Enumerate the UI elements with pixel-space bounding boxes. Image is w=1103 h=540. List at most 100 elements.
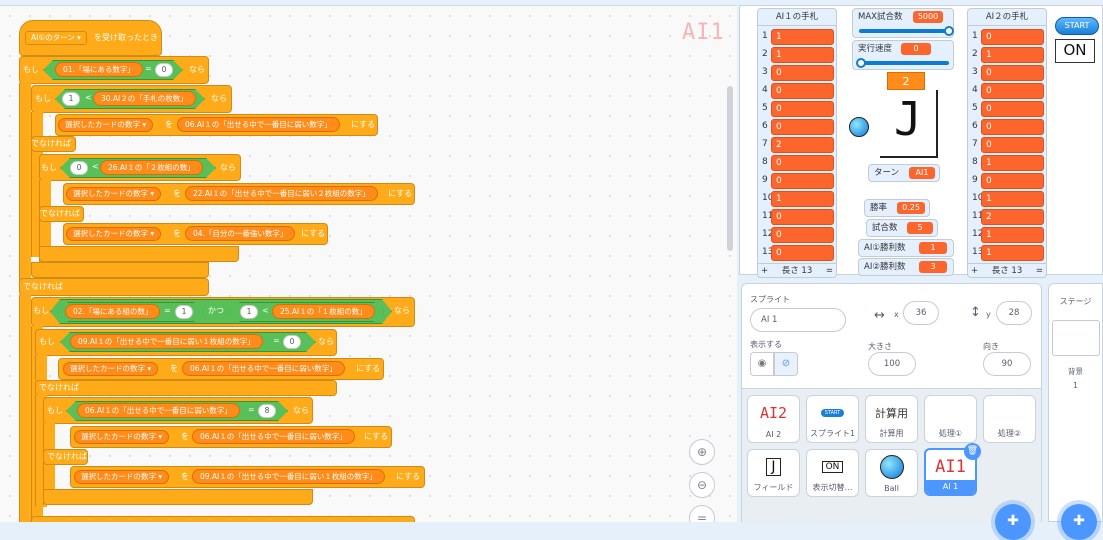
code-area[interactable]: AI1 AI①のターン ▾ を受け取ったとき もし 01.「場にある数字」 = … (0, 5, 737, 522)
add-sprite-button[interactable]: ✚ (995, 504, 1031, 540)
sprite-tile-process2[interactable]: 処理② (983, 395, 1036, 443)
x-input[interactable]: 36 (903, 301, 939, 325)
reporter[interactable]: 22.AI１の「出せる中で一番目に弱い２枚組の数字」 (185, 186, 378, 201)
list-item-value[interactable]: 1 (981, 191, 1044, 207)
value-input[interactable]: 1 (240, 305, 258, 319)
sprite-tile-sprite1[interactable]: START スプライト1 (806, 395, 859, 443)
value-input[interactable]: 1 (62, 92, 80, 106)
list-item[interactable]: 72 (758, 136, 836, 154)
list-item[interactable]: 90 (968, 172, 1046, 190)
start-button[interactable]: START (1055, 17, 1099, 35)
list-item[interactable]: 21 (968, 46, 1046, 64)
list-item-value[interactable]: 2 (981, 209, 1044, 225)
list-item[interactable]: 11 0 (758, 208, 836, 226)
list-item-value[interactable]: 0 (771, 173, 834, 189)
reporter[interactable]: 09.AI１の「出せる中で一番目に弱い１枚組の数字」 (192, 469, 385, 484)
reporter[interactable]: 04.「自分の一番強い数字」 (185, 226, 296, 241)
list-item[interactable]: 40 (758, 82, 836, 100)
list-item-value[interactable]: 0 (981, 83, 1044, 99)
list-item[interactable]: 13 1 (968, 244, 1046, 262)
value-input[interactable]: 1 (175, 305, 193, 319)
ai1-hand-list[interactable]: AI１の手札 1 1 2 1 3 0 4 0 5 0 6 0 7 2 8 0 9 0 10 1 11 0 12 0 13 0 + … (757, 8, 837, 278)
reporter[interactable]: 01.「場にある数字」 (55, 62, 143, 77)
list-item-value[interactable]: 0 (981, 101, 1044, 117)
list-item-value[interactable]: 0 (771, 119, 834, 135)
list-item-value[interactable]: 2 (771, 137, 834, 153)
speed-slider-track[interactable] (859, 61, 949, 65)
list-item[interactable]: 60 (758, 118, 836, 136)
list-item[interactable]: 11 2 (968, 208, 1046, 226)
broadcast-dropdown[interactable]: AI①のターン ▾ (25, 31, 87, 45)
variable-dropdown[interactable]: 選択したカードの数字 ▾ (66, 227, 162, 241)
list-item-value[interactable]: 1 (981, 47, 1044, 63)
sprite-tile-ball[interactable]: Ball (865, 449, 918, 497)
list-item-value[interactable]: 0 (771, 245, 834, 261)
list-item-value[interactable]: 0 (981, 65, 1044, 81)
reporter[interactable]: 06.AI１の「出せる中で一番目に弱い数字」 (77, 403, 240, 418)
list-item-value[interactable]: 0 (981, 119, 1044, 135)
display-toggle[interactable]: ON (1055, 39, 1095, 63)
list-item-value[interactable]: 1 (771, 191, 834, 207)
zoom-in-button[interactable]: ⊕ (689, 439, 715, 465)
list-item[interactable]: 60 (968, 118, 1046, 136)
y-input[interactable]: 28 (996, 301, 1032, 325)
max-trials-slider-track[interactable] (859, 29, 949, 33)
ai2-hand-list[interactable]: AI２の手札 1 0 2 1 3 0 4 0 5 0 6 0 7 0 8 1 9 0 10 1 11 2 12 1 13 1 + … (967, 8, 1047, 278)
list-item[interactable]: 13 0 (758, 244, 836, 262)
direction-input[interactable]: 90 (983, 352, 1031, 376)
zoom-out-button[interactable]: ⊖ (689, 472, 715, 498)
list-item-value[interactable]: 0 (981, 137, 1044, 153)
backdrop-thumbnail[interactable] (1052, 320, 1100, 356)
list-item[interactable]: 70 (968, 136, 1046, 154)
list-item[interactable]: 10 (968, 28, 1046, 46)
list-item[interactable]: 90 (758, 172, 836, 190)
reporter[interactable]: 30.AI２の「手札の枚数」 (93, 91, 196, 106)
value-input[interactable]: 0 (70, 161, 88, 175)
list-item-value[interactable]: 0 (771, 65, 834, 81)
max-trials-slider-knob[interactable] (944, 26, 954, 36)
list-item[interactable]: 40 (968, 82, 1046, 100)
variable-dropdown[interactable]: 選択したカードの数字 ▾ (66, 187, 162, 201)
show-button[interactable]: ◉ (750, 352, 774, 376)
resize-handle[interactable]: = (826, 264, 833, 278)
reporter[interactable]: 26.AI１の「２枚組の数」 (100, 160, 203, 175)
list-item-value[interactable]: 1 (981, 245, 1044, 261)
reporter[interactable]: 06.AI１の「出せる中で一番目に弱い数字」 (182, 361, 345, 376)
list-item[interactable]: 30 (758, 64, 836, 82)
list-item-value[interactable]: 1 (981, 227, 1044, 243)
list-item[interactable]: 11 (758, 28, 836, 46)
speed-slider-knob[interactable] (856, 58, 866, 68)
variable-dropdown[interactable]: 選択したカードの数字 ▾ (74, 470, 170, 484)
list-item-value[interactable]: 1 (771, 47, 834, 63)
reporter[interactable]: 09.AI１の「出せる中で一番目に弱い１枚組の数字」 (70, 334, 263, 349)
add-backdrop-button[interactable]: ✚ (1061, 504, 1097, 540)
value-input[interactable]: 0 (283, 335, 301, 349)
variable-dropdown[interactable]: 選択したカードの数字 ▾ (63, 362, 159, 376)
sprite-tile-process1[interactable]: 処理① (924, 395, 977, 443)
size-input[interactable]: 100 (868, 352, 916, 376)
list-item[interactable]: 10 1 (968, 190, 1046, 208)
variable-dropdown[interactable]: 選択したカードの数字 ▾ (74, 430, 170, 444)
delete-sprite-button[interactable]: 🗑 (964, 443, 981, 460)
list-item-value[interactable]: 1 (981, 155, 1044, 171)
sprite-name-input[interactable]: AI 1 (750, 308, 846, 332)
reporter[interactable]: 25.AI１の「１枚組の数」 (272, 304, 375, 319)
list-item-value[interactable]: 0 (771, 83, 834, 99)
list-item-value[interactable]: 1 (771, 29, 834, 45)
list-item[interactable]: 50 (968, 100, 1046, 118)
sprite-tile-field[interactable]: J フィールド (747, 449, 800, 497)
hide-button[interactable]: ⊘ (774, 352, 798, 376)
list-item[interactable]: 10 1 (758, 190, 836, 208)
stage-target-pane[interactable]: ステージ 背景 1 ✚ (1048, 283, 1103, 540)
list-item[interactable]: 12 1 (968, 226, 1046, 244)
list-item[interactable]: 21 (758, 46, 836, 64)
reporter[interactable]: 06.AI１の「出せる中で一番目に弱い数字」 (192, 429, 355, 444)
list-item[interactable]: 80 (758, 154, 836, 172)
else-block[interactable] (35, 380, 337, 396)
value-input[interactable]: 0 (155, 63, 173, 77)
list-item-value[interactable]: 0 (981, 173, 1044, 189)
list-item-value[interactable]: 0 (981, 29, 1044, 45)
list-item[interactable]: 50 (758, 100, 836, 118)
list-item[interactable]: 81 (968, 154, 1046, 172)
value-input[interactable]: 8 (258, 404, 276, 418)
